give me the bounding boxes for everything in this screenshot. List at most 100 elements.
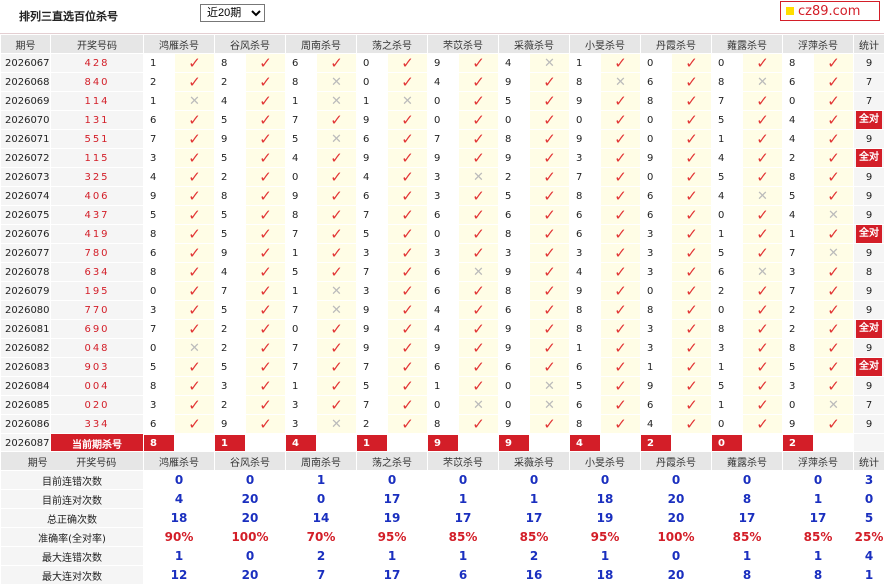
check-icon: ✓ xyxy=(259,320,272,338)
kill-number-cell: 1 xyxy=(712,396,743,415)
total-cell: 7 xyxy=(854,396,884,415)
cross-icon: ✕ xyxy=(331,284,342,299)
check-icon: ✓ xyxy=(472,282,485,300)
stats-body: 目前连错次数00100000003目前连对次数420017111820810总正… xyxy=(1,471,884,585)
kill-number-cell: 1 xyxy=(712,225,743,244)
table-row: 20260764198✓5✓7✓5✓0✓8✓6✓3✓1✓1✓全对 xyxy=(1,225,884,244)
check-icon: ✓ xyxy=(188,206,201,224)
result-mark-cell: ✓ xyxy=(175,244,215,263)
result-mark-cell: ✓ xyxy=(388,111,428,130)
check-icon: ✓ xyxy=(827,263,840,281)
kill-number-cell: 9 xyxy=(570,130,601,149)
kill-number-cell: 5 xyxy=(144,358,175,377)
result-mark-cell: ✓ xyxy=(743,320,783,339)
stats-value: 70% xyxy=(286,528,357,547)
table-row: 20260850203✓2✓3✓7✓0✕0✕6✓6✓1✓0✕7 xyxy=(1,396,884,415)
result-mark-cell: ✓ xyxy=(743,206,783,225)
result-mark-cell: ✓ xyxy=(459,73,499,92)
kill-number-cell: 9 xyxy=(499,149,530,168)
period-select[interactable]: 近20期 xyxy=(200,4,265,22)
kill-number-cell: 2 xyxy=(215,73,246,92)
check-icon: ✓ xyxy=(827,377,840,395)
result-mark-cell: ✓ xyxy=(601,168,641,187)
stats-value: 1 xyxy=(499,490,570,509)
stats-value: 0 xyxy=(641,547,712,566)
kill-number-cell: 8 xyxy=(570,320,601,339)
result-mark-cell: ✓ xyxy=(388,282,428,301)
check-icon: ✓ xyxy=(259,206,272,224)
kill-number-cell: 6 xyxy=(712,263,743,282)
kill-number-cell: 5 xyxy=(712,377,743,396)
check-icon: ✓ xyxy=(259,339,272,357)
check-icon: ✓ xyxy=(472,358,485,376)
total-value: 9 xyxy=(866,172,872,183)
check-icon: ✓ xyxy=(401,244,414,262)
kill-number-cell: 4 xyxy=(215,263,246,282)
stats-value: 1 xyxy=(783,547,854,566)
check-icon: ✓ xyxy=(188,301,201,319)
total-cell: 7 xyxy=(854,73,884,92)
check-icon: ✓ xyxy=(188,187,201,205)
stats-col-header: 蕹露杀号 xyxy=(712,452,783,471)
result-mark-cell: ✓ xyxy=(743,130,783,149)
stats-value: 17 xyxy=(357,490,428,509)
check-icon: ✓ xyxy=(401,54,414,72)
result-mark-cell: ✓ xyxy=(743,358,783,377)
kill-number-cell: 9 xyxy=(499,339,530,358)
cross-icon: ✕ xyxy=(615,75,626,90)
check-icon: ✓ xyxy=(614,339,627,357)
kill-number-cell: 2 xyxy=(783,320,814,339)
stats-col-header: 鸿雁杀号 xyxy=(144,452,215,471)
total-value: 9 xyxy=(866,248,872,259)
kill-number-cell: 8 xyxy=(499,130,530,149)
total-value: 9 xyxy=(866,419,872,430)
issue-cell: 2026075 xyxy=(1,206,51,225)
kill-number-cell: 8 xyxy=(144,377,175,396)
total-cell: 9 xyxy=(854,206,884,225)
result-mark-cell: ✓ xyxy=(672,244,712,263)
table-body: 20260674281✓8✓6✓0✓9✓4✕1✓0✓0✓8✓9202606884… xyxy=(1,54,884,453)
kill-number-cell: 6 xyxy=(428,282,459,301)
current-kill-cell: 1 xyxy=(215,434,286,453)
result-mark-cell: ✓ xyxy=(601,301,641,320)
brand-logo[interactable]: cz89.com xyxy=(780,1,880,21)
check-icon: ✓ xyxy=(330,358,343,376)
result-mark-cell: ✓ xyxy=(246,396,286,415)
cross-icon: ✕ xyxy=(331,94,342,109)
check-icon: ✓ xyxy=(614,92,627,110)
kill-number-cell: 3 xyxy=(428,244,459,263)
kill-number-cell: 0 xyxy=(641,111,672,130)
result-mark-cell: ✓ xyxy=(601,92,641,111)
total-value: 9 xyxy=(866,191,872,202)
cross-icon: ✕ xyxy=(757,265,768,280)
stats-value: 17 xyxy=(783,509,854,528)
check-icon: ✓ xyxy=(259,225,272,243)
kill-number-cell: 7 xyxy=(712,92,743,111)
check-icon: ✓ xyxy=(756,358,769,376)
kill-number-cell: 9 xyxy=(215,244,246,263)
current-kill-cell: 8 xyxy=(144,434,215,453)
draw-number-cell: 690 xyxy=(51,320,144,339)
result-mark-cell: ✓ xyxy=(672,263,712,282)
draw-number-cell: 419 xyxy=(51,225,144,244)
check-icon: ✓ xyxy=(330,339,343,357)
stats-value: 0 xyxy=(144,471,215,490)
check-icon: ✓ xyxy=(543,130,556,148)
stats-value: 0 xyxy=(854,490,884,509)
check-icon: ✓ xyxy=(756,282,769,300)
check-icon: ✓ xyxy=(401,358,414,376)
result-mark-cell: ✓ xyxy=(317,111,357,130)
kill-number-cell: 7 xyxy=(144,320,175,339)
result-mark-cell: ✓ xyxy=(459,358,499,377)
result-mark-cell: ✓ xyxy=(246,282,286,301)
kill-table: 期号开奖号码鸿雁杀号谷风杀号周南杀号荡之杀号芣苡杀号采薇杀号小旻杀号丹霞杀号蕹露… xyxy=(0,34,884,453)
check-icon: ✓ xyxy=(543,244,556,262)
total-cell: 9 xyxy=(854,339,884,358)
draw-number-cell: 004 xyxy=(51,377,144,396)
result-mark-cell: ✕ xyxy=(814,396,854,415)
kill-number-cell: 1 xyxy=(783,225,814,244)
kill-number-cell: 9 xyxy=(499,320,530,339)
issue-cell: 2026074 xyxy=(1,187,51,206)
result-mark-cell: ✓ xyxy=(175,187,215,206)
check-icon: ✓ xyxy=(330,206,343,224)
